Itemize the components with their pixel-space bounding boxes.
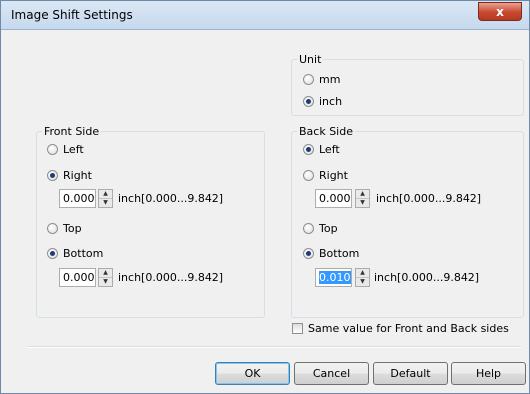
back-vertical-range: inch[0.000...9.842] (374, 271, 480, 284)
radio-icon (47, 143, 58, 155)
back-side-label: Back Side (297, 125, 355, 138)
back-right-label: Right (319, 168, 348, 182)
unit-mm-radio[interactable]: mm (303, 71, 340, 87)
front-right-label: Right (63, 168, 92, 182)
radio-selected-icon (303, 95, 314, 107)
spin-up-icon[interactable]: ▲ (356, 190, 369, 199)
front-vertical-range: inch[0.000...9.842] (118, 271, 224, 284)
radio-selected-icon (303, 247, 314, 259)
back-bottom-radio[interactable]: Bottom (303, 245, 359, 261)
unit-group: Unit mm inch (291, 53, 524, 116)
back-top-label: Top (319, 221, 338, 235)
spin-down-icon[interactable]: ▼ (99, 278, 112, 286)
front-left-label: Left (63, 142, 84, 156)
title-bar: Image Shift Settings x (1, 1, 529, 30)
back-horizontal-value: 0.000 (319, 192, 351, 205)
front-vertical-input[interactable]: 0.000 (59, 268, 96, 287)
front-vertical-spinner[interactable]: ▲ ▼ (98, 268, 113, 287)
back-left-radio[interactable]: Left (303, 141, 340, 157)
front-left-radio[interactable]: Left (47, 141, 84, 157)
back-bottom-label: Bottom (319, 246, 360, 260)
front-horizontal-spinner[interactable]: ▲ ▼ (98, 189, 113, 208)
front-horizontal-input[interactable]: 0.000 (59, 189, 96, 208)
ok-button[interactable]: OK (215, 362, 290, 385)
back-vertical-value: 0.010 (319, 271, 351, 284)
dialog-body: Unit mm inch Front Side Left Right 0.000… (1, 30, 529, 393)
back-horizontal-spinner[interactable]: ▲ ▼ (355, 189, 370, 208)
front-top-radio[interactable]: Top (47, 220, 82, 236)
spin-down-icon[interactable]: ▼ (356, 199, 369, 207)
close-icon: x (496, 5, 504, 19)
radio-icon (303, 222, 314, 234)
front-horizontal-value: 0.000 (63, 192, 95, 205)
front-top-label: Top (63, 221, 82, 235)
front-side-group: Front Side Left Right 0.000 ▲ ▼ inch[0.0… (36, 125, 265, 318)
button-separator (28, 346, 521, 348)
front-right-radio[interactable]: Right (47, 167, 92, 183)
help-button[interactable]: Help (451, 362, 526, 385)
front-bottom-label: Bottom (63, 246, 104, 260)
front-side-label: Front Side (42, 125, 102, 138)
default-button[interactable]: Default (373, 362, 448, 385)
front-vertical-value: 0.000 (63, 271, 95, 284)
same-value-label: Same value for Front and Back sides (308, 322, 509, 335)
unit-group-label: Unit (297, 53, 324, 66)
radio-icon (303, 73, 314, 85)
back-vertical-spinner[interactable]: ▲ ▼ (355, 268, 370, 287)
image-shift-settings-dialog: Image Shift Settings x Unit mm inch Fron… (0, 0, 530, 394)
unit-inch-radio[interactable]: inch (303, 93, 342, 109)
radio-selected-icon (47, 169, 58, 181)
spin-down-icon[interactable]: ▼ (99, 199, 112, 207)
back-vertical-input[interactable]: 0.010 (315, 268, 352, 287)
front-bottom-radio[interactable]: Bottom (47, 245, 103, 261)
spin-up-icon[interactable]: ▲ (356, 269, 369, 278)
radio-icon (47, 222, 58, 234)
close-button[interactable]: x (478, 2, 522, 21)
unit-inch-label: inch (319, 94, 343, 108)
spin-up-icon[interactable]: ▲ (99, 269, 112, 278)
back-right-radio[interactable]: Right (303, 167, 348, 183)
spin-down-icon[interactable]: ▼ (356, 278, 369, 286)
checkbox-icon (292, 323, 303, 334)
window-title: Image Shift Settings (11, 8, 133, 22)
radio-icon (303, 169, 314, 181)
spin-up-icon[interactable]: ▲ (99, 190, 112, 199)
radio-selected-icon (303, 143, 314, 155)
same-value-checkbox[interactable]: Same value for Front and Back sides (292, 322, 509, 335)
back-horizontal-range: inch[0.000...9.842] (376, 192, 482, 205)
back-horizontal-input[interactable]: 0.000 (315, 189, 352, 208)
radio-selected-icon (47, 247, 58, 259)
back-side-group: Back Side Left Right 0.000 ▲ ▼ inch[0.00… (291, 125, 524, 318)
cancel-button[interactable]: Cancel (294, 362, 369, 385)
unit-mm-label: mm (319, 72, 341, 86)
back-top-radio[interactable]: Top (303, 220, 338, 236)
back-left-label: Left (319, 142, 340, 156)
front-horizontal-range: inch[0.000...9.842] (118, 192, 224, 205)
